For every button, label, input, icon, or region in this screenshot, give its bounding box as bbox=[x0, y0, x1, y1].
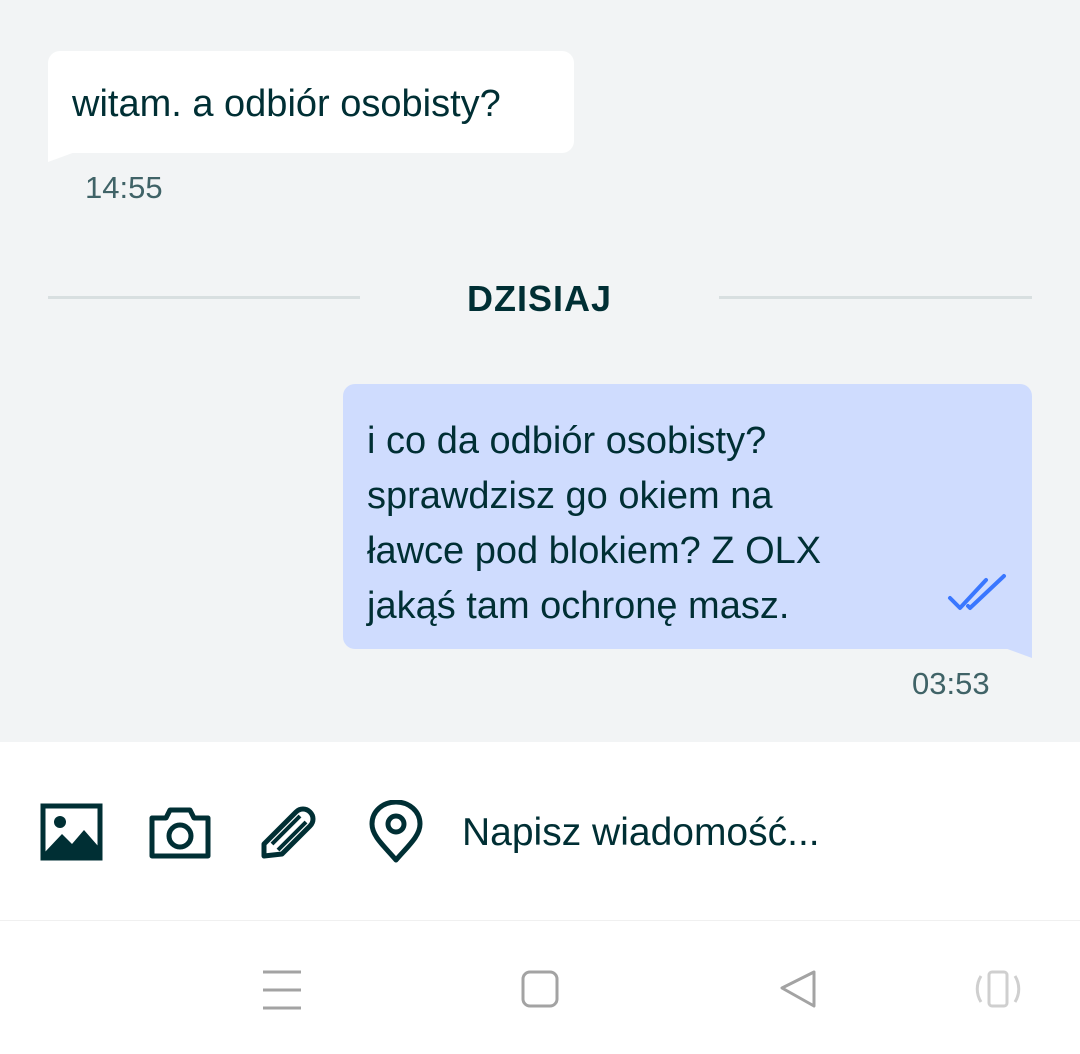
divider-line-right bbox=[719, 296, 1032, 299]
rotate-icon[interactable] bbox=[968, 960, 1028, 1020]
image-icon[interactable] bbox=[40, 800, 104, 864]
message-input[interactable] bbox=[462, 803, 1022, 863]
outgoing-message-time: 03:53 bbox=[912, 666, 990, 701]
day-divider-label: DZISIAJ bbox=[466, 278, 613, 319]
incoming-message-bubble[interactable]: witam. a odbiór osobisty? bbox=[48, 51, 574, 153]
back-icon[interactable] bbox=[768, 960, 828, 1020]
menu-icon[interactable] bbox=[252, 960, 312, 1020]
home-icon[interactable] bbox=[510, 960, 570, 1020]
paperclip-icon[interactable] bbox=[256, 800, 320, 864]
outgoing-message-line: jakąś tam ochronę masz. bbox=[367, 585, 790, 627]
outgoing-message-line: sprawdzisz go okiem na bbox=[367, 475, 773, 517]
incoming-message-text: witam. a odbiór osobisty? bbox=[72, 83, 501, 125]
camera-icon[interactable] bbox=[148, 800, 212, 864]
location-pin-icon[interactable] bbox=[364, 800, 428, 864]
outgoing-message-line: ławce pod blokiem? Z OLX bbox=[367, 530, 822, 572]
divider-line-left bbox=[48, 296, 360, 299]
chat-area[interactable]: witam. a odbiór osobisty? 14:55 DZISIAJ … bbox=[0, 0, 1080, 742]
outgoing-message-line: i co da odbiór osobisty? bbox=[367, 420, 767, 462]
incoming-message-time: 14:55 bbox=[85, 170, 163, 205]
outgoing-message-bubble[interactable]: i co da odbiór osobisty? sprawdzisz go o… bbox=[343, 384, 1032, 649]
double-check-icon bbox=[948, 574, 1006, 610]
